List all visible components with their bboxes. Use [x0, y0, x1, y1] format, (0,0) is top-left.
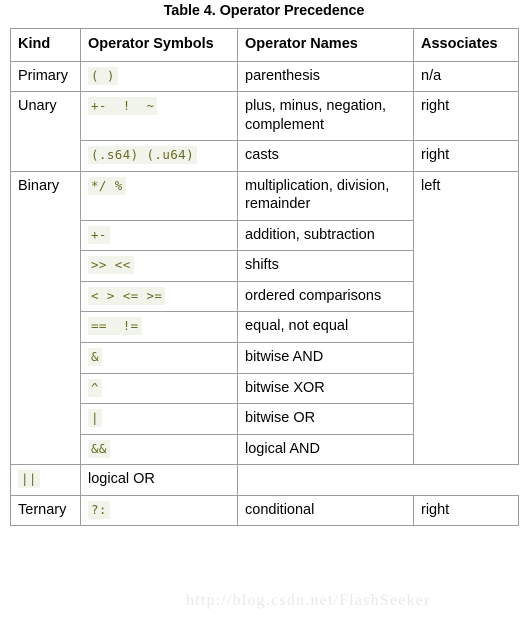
cell-associates: right [413, 140, 519, 172]
operator-symbol-code: +- ! ~ [88, 97, 158, 116]
cell-operator-names: equal, not equal [237, 311, 414, 344]
cell-operator-symbols: +- [80, 219, 238, 252]
table-header: Kind Operator Symbols Operator Names Ass… [10, 28, 519, 62]
cell-operator-symbols: & [80, 342, 238, 374]
operator-precedence-table: Kind Operator Symbols Operator Names Ass… [10, 28, 519, 527]
cell-operator-symbols: +- ! ~ [80, 91, 238, 142]
operator-symbol-code: ?: [88, 500, 110, 519]
cell-operator-names: casts [237, 140, 414, 172]
cell-operator-symbols: && [80, 433, 238, 466]
table-row: (.s64) (.u64) casts right [11, 140, 519, 172]
cell-operator-names: parenthesis [237, 60, 414, 93]
table-row: Ternary?: conditional right [10, 494, 519, 527]
table-row: || logical OR [10, 464, 519, 496]
column-header-associates: Associates [413, 28, 519, 62]
operator-symbol-code: ^ [88, 378, 102, 397]
cell-operator-symbols: ^ [80, 372, 238, 405]
table-row: Primary ( ) parenthesis n/a [10, 60, 519, 93]
column-header-kind: Kind [10, 28, 81, 62]
table-row: Unary +- ! ~ plus, minus, negation, comple… [10, 91, 519, 172]
cell-operator-names: conditional [237, 494, 414, 527]
cell-associates: left [413, 170, 519, 466]
operator-symbol-code: & [88, 348, 102, 367]
cell-associates: right [413, 494, 519, 527]
cell-kind: Ternary [10, 494, 81, 527]
cell-operator-symbols: ?: [80, 494, 238, 527]
operator-symbol-code: | [88, 409, 102, 428]
cell-associates: n/a [413, 60, 519, 93]
table-row: Binary */ % multiplication, division, rema… [10, 170, 519, 466]
cell-operator-symbols: | [80, 403, 238, 435]
column-header-operator-symbols: Operator Symbols [80, 28, 238, 62]
operator-symbol-code: (.s64) (.u64) [88, 146, 198, 165]
cell-operator-names: bitwise XOR [237, 372, 414, 405]
operator-symbol-code: >> << [88, 256, 134, 275]
table-header-row: Kind Operator Symbols Operator Names Ass… [10, 28, 519, 62]
cell-operator-names: logical AND [237, 433, 414, 466]
cell-operator-symbols: == != [80, 311, 238, 344]
cell-operator-names: shifts [237, 250, 414, 282]
cell-operator-names: plus, minus, negation, complement [237, 91, 414, 142]
cell-operator-symbols: >> << [80, 250, 238, 282]
cell-operator-symbols: < > <= >= [80, 280, 238, 313]
operator-symbol-code: < > <= >= [88, 286, 166, 305]
cell-operator-symbols: ( ) [80, 60, 238, 93]
operator-symbol-code: || [18, 470, 40, 489]
operator-symbol-code: ( ) [88, 66, 118, 85]
operator-symbol-code: && [88, 439, 110, 458]
cell-operator-names: multiplication, division, remainder [237, 170, 414, 221]
column-header-operator-names: Operator Names [237, 28, 414, 62]
operator-symbol-code: +- [88, 225, 110, 244]
cell-operator-names: logical OR [80, 464, 238, 496]
page-title: Table 4. Operator Precedence [163, 3, 365, 19]
cell-operator-symbols: || [10, 464, 81, 496]
cell-kind: Binary [10, 170, 81, 466]
cell-operator-names: bitwise AND [237, 342, 414, 374]
table-body: Primary ( ) parenthesis n/a Unary +- ! ~ plus,… [10, 60, 519, 527]
operator-symbol-code: == != [88, 317, 142, 336]
watermark: http://blog.csdn.net/FlashSeeker [186, 592, 431, 609]
cell-operator-symbols: (.s64) (.u64) [80, 140, 238, 172]
cell-associates: right [413, 91, 519, 142]
cell-kind: Primary [10, 60, 81, 93]
cell-operator-names: addition, subtraction [237, 219, 414, 252]
cell-kind: Unary [10, 91, 81, 172]
cell-operator-names: bitwise OR [237, 403, 414, 435]
cell-operator-names: ordered comparisons [237, 280, 414, 313]
cell-operator-symbols: */ % [80, 170, 238, 221]
operator-symbol-code: */ % [88, 176, 126, 195]
